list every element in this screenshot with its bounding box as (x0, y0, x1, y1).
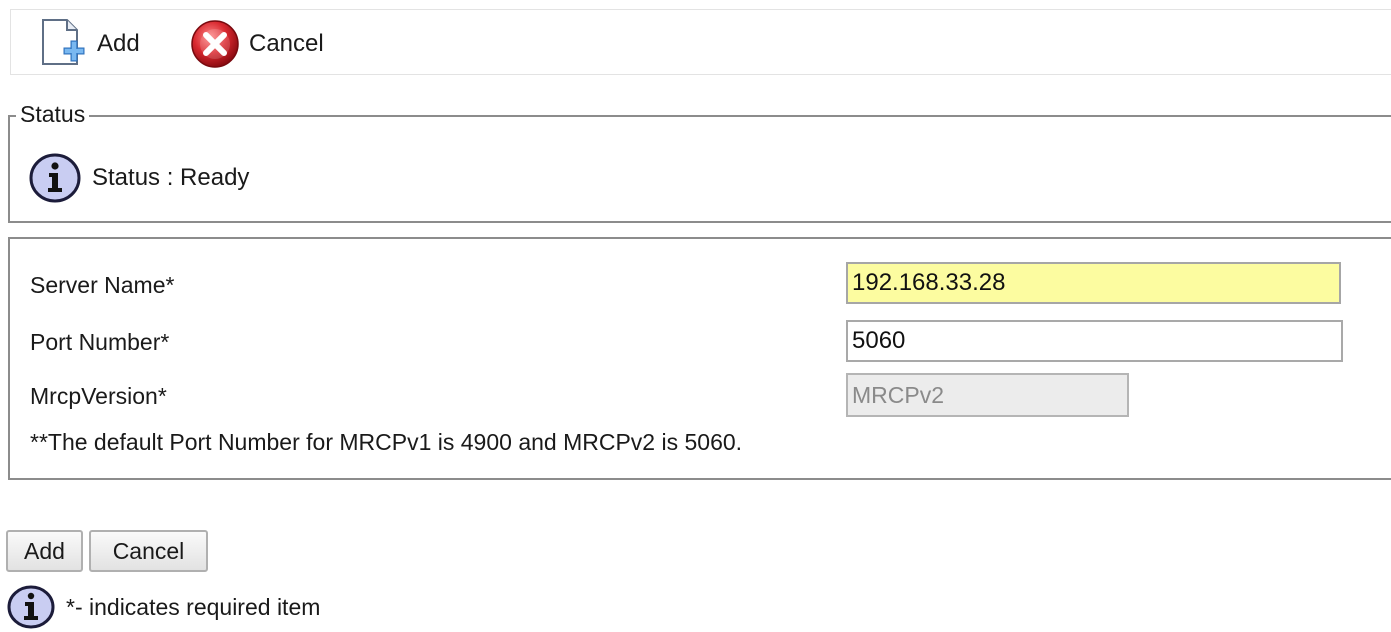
required-note: *- indicates required item (6, 584, 320, 630)
mrcp-version-input (846, 373, 1129, 417)
info-icon (7, 585, 55, 629)
cancel-button[interactable]: Cancel (89, 530, 208, 572)
toolbar-cancel-button[interactable]: Cancel (189, 20, 324, 68)
add-document-icon (42, 19, 85, 65)
toolbar-cancel-label: Cancel (249, 30, 324, 57)
required-note-text: *- indicates required item (66, 593, 321, 620)
status-legend: Status (16, 100, 90, 128)
toolbar-add-label: Add (97, 30, 140, 57)
status-text: Status : Ready (92, 164, 250, 191)
add-button[interactable]: Add (6, 530, 83, 572)
cancel-icon (191, 20, 239, 68)
default-port-note: **The default Port Number for MRCPv1 is … (30, 429, 743, 455)
info-icon (29, 153, 81, 203)
server-name-label: Server Name* (30, 272, 175, 298)
port-number-label: Port Number* (30, 329, 170, 355)
mrcp-version-label: MrcpVersion* (30, 383, 167, 409)
server-name-input[interactable] (846, 262, 1341, 304)
port-number-input[interactable] (846, 320, 1343, 362)
toolbar-add-button[interactable]: Add (37, 19, 140, 66)
toolbar: Add Cancel (10, 9, 1391, 75)
status-line: Status : Ready (28, 152, 249, 204)
